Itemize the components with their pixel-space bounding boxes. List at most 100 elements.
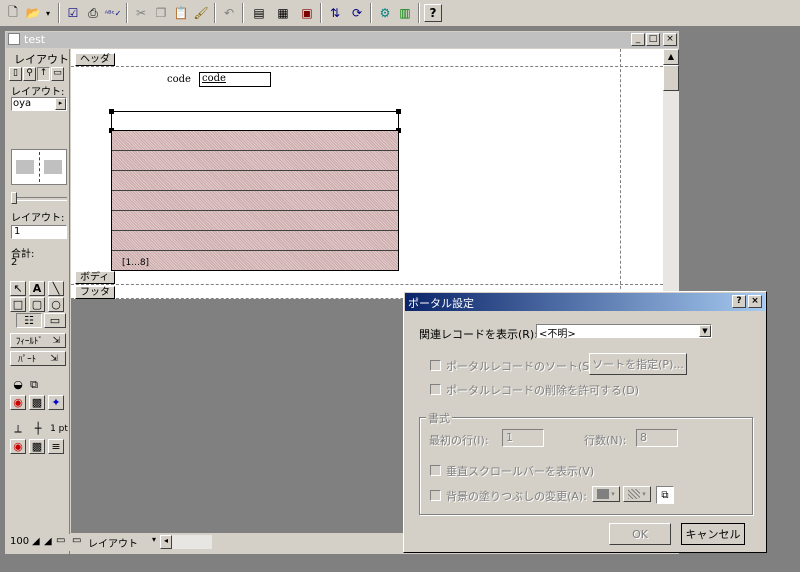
refresh-icon[interactable]: ⟳	[348, 4, 366, 22]
horizontal-scrollbar-track[interactable]	[172, 535, 212, 549]
status-area: レイアウト ▯ ⚲ ↑ ▭ レイアウト: oya ▸ レイアウト: 1 合計: …	[6, 49, 70, 554]
status-area-toggle-icon[interactable]: ▭	[56, 535, 65, 546]
sidebar-mode-icons: ▯ ⚲ ↑ ▭	[9, 67, 67, 81]
browse-mode-icon[interactable]: ▦	[274, 4, 292, 22]
selection-handle-top-right[interactable]	[396, 109, 401, 114]
fill-effect-icon[interactable]: ✦	[48, 395, 64, 410]
fill-pattern-picker[interactable]: ▾	[623, 486, 651, 502]
allow-delete-checkbox[interactable]	[430, 384, 441, 395]
specify-sort-button[interactable]: ソートを指定(P)...	[589, 353, 687, 375]
main-toolbar: 🗋 📂 ▾ ☑ ⎙ ᴬᴮᶜ✓ ✂ ❐ 📋 🖌 ↶ ▤ ▦ ▣ ⇅ ⟳ ⚙ ▥ ?	[0, 0, 800, 27]
first-row-input[interactable]: 1	[502, 429, 544, 447]
fill-color-picker[interactable]: ▾	[592, 486, 620, 502]
body-part-boundary	[71, 284, 663, 285]
pen-color-icon[interactable]: ◉	[10, 439, 26, 454]
selection-handle-top-left[interactable]	[109, 109, 114, 114]
cancel-button[interactable]: キャンセル	[681, 523, 745, 545]
footer-part-label[interactable]: フッタ	[75, 286, 115, 299]
header-part-label[interactable]: ヘッダ	[75, 53, 115, 66]
portal-setup-dialog: ポータル設定 ? × 関連レコードを表示(R): <不明> ▼ ポータルレコード…	[403, 291, 767, 553]
layout-mode-icon[interactable]: ▤	[250, 4, 268, 22]
pen-icon[interactable]: ⟂	[10, 421, 26, 436]
rows-input[interactable]: 8	[636, 429, 678, 447]
toolbar-separator	[126, 3, 128, 23]
preview-tab-icon[interactable]: ▭	[51, 67, 64, 81]
code-field[interactable]: code	[199, 72, 271, 87]
toolbar-separator	[320, 3, 322, 23]
oval-tool-icon[interactable]: ○	[48, 297, 64, 312]
layout-slider-thumb[interactable]	[11, 192, 17, 204]
layout-number-input[interactable]: 1	[11, 225, 67, 239]
portal-selection[interactable]	[109, 109, 401, 133]
portal-row-divider	[112, 230, 398, 231]
rectangle-tool-icon[interactable]: □	[10, 297, 26, 312]
related-records-select[interactable]: <不明> ▼	[536, 324, 712, 340]
mode-popup[interactable]: レイアウト ▾	[88, 535, 158, 550]
background-fill-checkbox[interactable]	[430, 490, 441, 501]
scroll-thumb[interactable]	[663, 65, 679, 91]
text-tool-icon[interactable]: A	[29, 281, 45, 296]
book-icon[interactable]	[11, 149, 67, 185]
toolbar-separator	[370, 3, 372, 23]
format-painter-icon[interactable]: 🖌	[192, 4, 210, 22]
help-icon[interactable]: ?	[424, 4, 442, 22]
portal-object[interactable]: [1...8]	[111, 130, 399, 271]
rows-label: 行数(N):	[584, 434, 627, 447]
open-dropdown-icon[interactable]: ▾	[43, 4, 53, 22]
open-icon[interactable]: 📂	[24, 4, 42, 22]
new-icon[interactable]: 🗋	[4, 4, 22, 22]
sort-icon[interactable]: ⇅	[326, 4, 344, 22]
spellcheck-icon[interactable]: ᴬᴮᶜ✓	[104, 4, 122, 22]
ok-button[interactable]: OK	[609, 523, 671, 545]
layout-menu[interactable]: oya ▸	[11, 97, 67, 111]
sort-portal-checkbox[interactable]	[430, 360, 441, 371]
layout-menu-arrow-icon[interactable]: ▸	[55, 98, 66, 110]
zoom-out-icon[interactable]: ◢	[32, 536, 40, 547]
undo-icon[interactable]: ↶	[220, 4, 238, 22]
rounded-rectangle-tool-icon[interactable]: ▢	[29, 297, 45, 312]
scroll-up-arrow-icon[interactable]: ▲	[663, 49, 679, 65]
pen-width-icon[interactable]: ≡	[48, 439, 64, 454]
layout-tab-icon[interactable]: ↑	[37, 67, 50, 81]
paste-icon[interactable]: 📋	[172, 4, 190, 22]
copy-icon[interactable]: ❐	[152, 4, 170, 22]
line-tool-icon[interactable]: ╲	[48, 281, 64, 296]
fill-color-icon[interactable]: ◉	[10, 395, 26, 410]
minimize-button[interactable]: _	[631, 33, 645, 46]
fill-effect-icon[interactable]: ⧉	[656, 486, 674, 504]
cut-icon[interactable]: ✂	[132, 4, 150, 22]
print-icon[interactable]: ⎙	[84, 4, 102, 22]
dialog-help-button[interactable]: ?	[732, 295, 746, 308]
body-part-label[interactable]: ボディ	[75, 271, 115, 284]
browse-tab-icon[interactable]: ▯	[9, 67, 22, 81]
portal-range-label: [1...8]	[122, 258, 150, 268]
layout-setup-icon[interactable]: ▥	[396, 4, 414, 22]
pen-pattern-icon[interactable]: ▩	[29, 439, 45, 454]
hscroll-left-arrow-icon[interactable]: ◂	[160, 535, 172, 549]
portal-tool-icon[interactable]: ☷	[16, 313, 42, 328]
find-tab-icon[interactable]: ⚲	[23, 67, 36, 81]
window-titlebar: test _ □ ×	[6, 32, 678, 48]
field-tool-button[interactable]: ﾌｨｰﾙﾄﾞ ⇲	[10, 333, 66, 348]
dialog-close-button[interactable]: ×	[748, 295, 762, 308]
pointer-tool-icon[interactable]: ↖	[10, 281, 26, 296]
zoom-in-icon[interactable]: ◢	[44, 536, 52, 547]
fill-texture-icon[interactable]: ▩	[29, 395, 45, 410]
maximize-button[interactable]: □	[646, 33, 660, 46]
fill-pattern-icon[interactable]: ⧉	[26, 377, 42, 392]
part-tool-button[interactable]: ﾊﾟｰﾄ ⇲	[10, 351, 66, 366]
line-width-icon[interactable]: ┼	[30, 421, 46, 436]
zoom-level[interactable]: 100	[10, 536, 29, 547]
close-button[interactable]: ×	[663, 33, 677, 46]
toolbar-separator	[418, 3, 420, 23]
mode-popup-icon[interactable]: ▭	[72, 535, 81, 546]
script-icon[interactable]: ⚙	[376, 4, 394, 22]
checkmark-icon[interactable]: ☑	[64, 4, 82, 22]
fill-bucket-icon[interactable]: ◒	[10, 377, 26, 392]
vertical-scrollbar-checkbox[interactable]	[430, 465, 441, 476]
find-mode-icon[interactable]: ▣	[298, 4, 316, 22]
layout-slider[interactable]	[11, 192, 67, 204]
field-label-text[interactable]: code	[167, 74, 191, 85]
related-records-dropdown-icon[interactable]: ▼	[699, 325, 711, 337]
button-tool-icon[interactable]: ▭	[44, 313, 66, 328]
